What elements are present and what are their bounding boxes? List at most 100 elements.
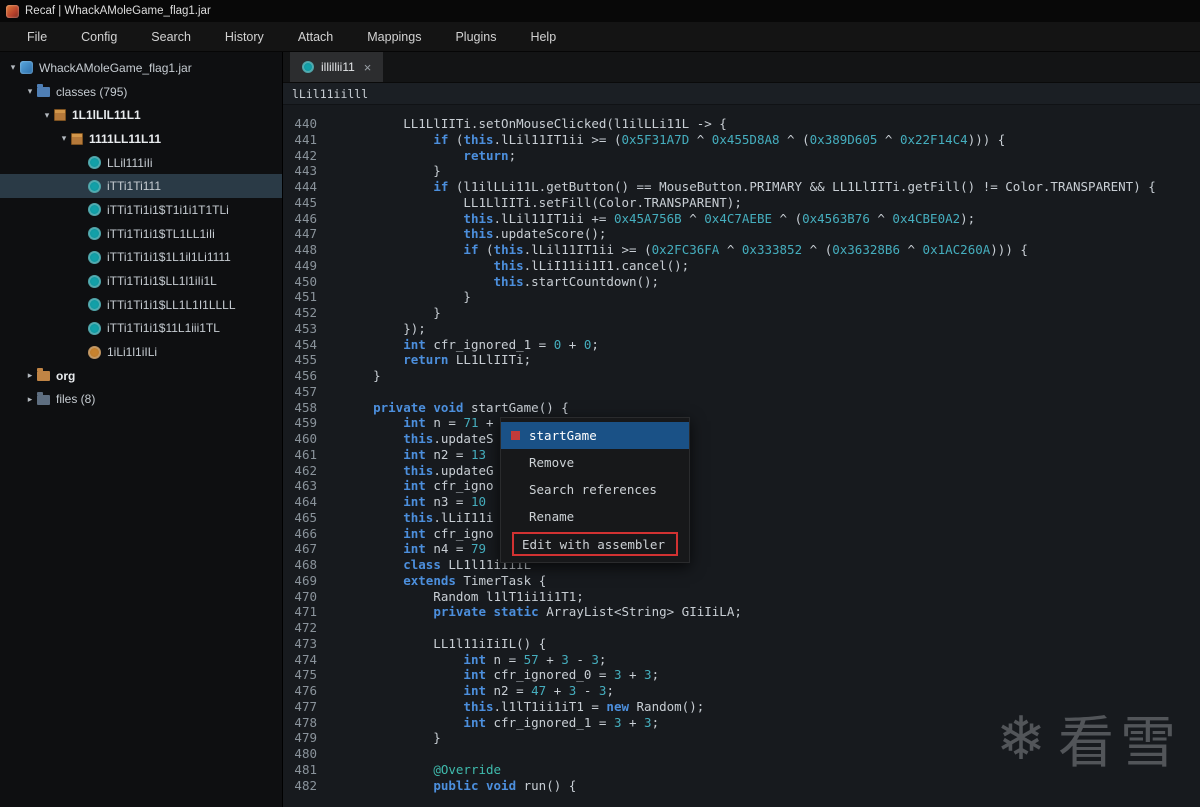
menu-search[interactable]: Search (134, 23, 208, 51)
tree-item-llil111iii[interactable]: LLil111iIi (0, 151, 282, 175)
code-line[interactable]: 453 }); (283, 321, 1200, 337)
code-line[interactable]: 468 class LL1l11iIiIL (283, 557, 1200, 573)
code-line[interactable]: 481 @Override (283, 762, 1200, 778)
code-line[interactable]: 457 (283, 384, 1200, 400)
menu-plugins[interactable]: Plugins (438, 23, 513, 51)
context-menu-item-label: Search references (529, 482, 657, 497)
code-line[interactable]: 469 extends TimerTask { (283, 573, 1200, 589)
chevron-down-icon[interactable]: ▾ (57, 133, 71, 144)
code-line[interactable]: 462 this.updateG (283, 463, 1200, 479)
context-menu-item-label: Edit with assembler (522, 536, 665, 552)
code-line[interactable]: 454 int cfr_ignored_1 = 0 + 0; (283, 337, 1200, 353)
tree-item-whackamolegame-flag1-jar[interactable]: ▾ WhackAMoleGame_flag1.jar (0, 56, 282, 80)
menu-config[interactable]: Config (64, 23, 134, 51)
context-menu-item-search-references[interactable]: Search references (501, 476, 689, 503)
tree-item-itti1ti111[interactable]: iTTi1Ti111 (0, 174, 282, 199)
code-line[interactable]: 451 } (283, 289, 1200, 305)
tree-item-1ili1l1iili[interactable]: 1iLi1l1iILi (0, 340, 282, 364)
code-line[interactable]: 480 (283, 746, 1200, 762)
chevron-right-icon[interactable]: ▸ (23, 370, 37, 381)
chevron-down-icon[interactable]: ▾ (23, 86, 37, 97)
code-line[interactable]: 452 } (283, 305, 1200, 321)
code-line[interactable]: 459 int n = 71 + (283, 415, 1200, 431)
code-line[interactable]: 473 LL1l11iIiIL() { (283, 636, 1200, 652)
tab-close-icon[interactable]: × (362, 61, 372, 74)
chevron-down-icon[interactable]: ▾ (40, 110, 54, 121)
code-editor[interactable]: 440 LL1LlIITi.setOnMouseClicked(l1ilLLi1… (283, 105, 1200, 807)
code-text: this.startCountdown(); (493, 273, 660, 289)
code-text: int cfr_ignored_0 = 3 + 3; (463, 667, 660, 683)
code-line[interactable]: 475 int cfr_ignored_0 = 3 + 3; (283, 667, 1200, 683)
line-number: 440 (294, 116, 317, 131)
menu-help[interactable]: Help (513, 23, 573, 51)
code-text: int n3 = 10 (403, 494, 487, 509)
code-line[interactable]: 466 int cfr_igno (283, 526, 1200, 542)
code-line[interactable]: 443 } (283, 163, 1200, 179)
code-line[interactable]: 448 if (this.lLil11IT1ii >= (0x2FC36FA ^… (283, 242, 1200, 258)
code-line[interactable]: 455 return LL1LlIITi; (283, 352, 1200, 368)
code-line[interactable]: 460 this.updateS (283, 431, 1200, 447)
menu-history[interactable]: History (208, 23, 281, 51)
code-text: private void startGame() { (373, 399, 569, 415)
code-line[interactable]: 461 int n2 = 13 (283, 447, 1200, 463)
tree-item-itti1ti1i1-1l1il1li1111[interactable]: iTTi1Ti1i1$1L1il1Li1111 (0, 246, 282, 270)
code-line[interactable]: 476 int n2 = 47 + 3 - 3; (283, 683, 1200, 699)
tree-item-1l1llll11l1[interactable]: ▾ 1L1lLlL11L1 (0, 103, 282, 127)
code-text: this.updateScore(); (463, 226, 607, 242)
code-line[interactable]: 477 this.l1lT1ii1iT1 = new Random(); (283, 699, 1200, 715)
tree-item-classes-795[interactable]: ▾ classes (795) (0, 80, 282, 104)
code-line[interactable]: 442 return; (283, 148, 1200, 164)
menu-attach[interactable]: Attach (281, 23, 350, 51)
menu-bar: File Config Search History Attach Mappings Plu… (0, 22, 1200, 52)
line-number: 475 (294, 667, 317, 683)
context-menu-item-startgame[interactable]: startGame (501, 422, 689, 449)
menu-mappings[interactable]: Mappings (350, 23, 438, 51)
code-line[interactable]: 478 int cfr_ignored_1 = 3 + 3; (283, 715, 1200, 731)
chevron-down-icon[interactable]: ▾ (6, 62, 20, 73)
tree-item-org[interactable]: ▸ org (0, 364, 282, 388)
tree-item-itti1ti1i1-tl1ll1iii[interactable]: iTTi1Ti1i1$TL1LL1iIi (0, 222, 282, 246)
code-line[interactable]: 441 if (this.lLil11IT1ii >= (0x5F31A7D ^… (283, 132, 1200, 148)
line-number: 449 (294, 257, 317, 273)
code-line[interactable]: 470 Random l1lT1ii1i1T1; (283, 589, 1200, 605)
tree-item-itti1ti1i1-ll1l1i1llll[interactable]: iTTi1Ti1i1$LL1L1I1LLLL (0, 293, 282, 317)
tree-item-itti1ti1i1-t1i1i1t1tli[interactable]: iTTi1Ti1i1$T1i1i1T1TLi (0, 198, 282, 222)
code-line[interactable]: 482 public void run() { (283, 778, 1200, 794)
tree-item-label: 1L1lLlL11L1 (72, 108, 141, 123)
tree-item-itti1ti1i1-ll1l1iii1l[interactable]: iTTi1Ti1i1$LL1l1iIi1L (0, 269, 282, 293)
code-line[interactable]: 479 } (283, 730, 1200, 746)
code-line[interactable]: 464 int n3 = 10 (283, 494, 1200, 510)
code-line[interactable]: 471 private static ArrayList<String> GIi… (283, 604, 1200, 620)
line-number: 457 (294, 383, 317, 399)
context-menu-item-edit-with-assembler[interactable]: Edit with assembler (512, 532, 678, 556)
code-line[interactable]: 440 LL1LlIITi.setOnMouseClicked(l1ilLLi1… (283, 116, 1200, 132)
code-line[interactable]: 465 this.lLiI11i (283, 510, 1200, 526)
breadcrumb[interactable]: lLil11iilll (283, 83, 1200, 105)
code-line[interactable]: 450 this.startCountdown(); (283, 274, 1200, 290)
code-text: LL1l11iIiIL() { (343, 635, 547, 651)
title-bar: Recaf | WhackAMoleGame_flag1.jar (0, 0, 1200, 22)
chevron-right-icon[interactable]: ▸ (23, 394, 37, 405)
code-line[interactable]: 445 LL1LlIITi.setFill(Color.TRANSPARENT)… (283, 195, 1200, 211)
code-line[interactable]: 456 } (283, 368, 1200, 384)
tree-item-itti1ti1i1-11l1iii1tl[interactable]: iTTi1Ti1i1$11L1iii1TL (0, 317, 282, 341)
code-line[interactable]: 444 if (l1ilLLi11L.getButton() == MouseB… (283, 179, 1200, 195)
line-number: 467 (294, 541, 317, 557)
code-line[interactable]: 472 (283, 620, 1200, 636)
tree-item-1111ll11l11[interactable]: ▾ 1111LL11L11 (0, 127, 282, 151)
code-line[interactable]: 463 int cfr_igno (283, 478, 1200, 494)
code-line[interactable]: 446 this.lLil11IT1ii += 0x45A756B ^ 0x4C… (283, 211, 1200, 227)
context-menu-item-rename[interactable]: Rename (501, 503, 689, 530)
code-line[interactable]: 458 private void startGame() { (283, 400, 1200, 416)
menu-file[interactable]: File (10, 23, 64, 51)
class-icon (88, 250, 101, 264)
code-line[interactable]: 467 int n4 = 79 (283, 541, 1200, 557)
class-orange-icon (88, 345, 101, 359)
code-line[interactable]: 447 this.updateScore(); (283, 226, 1200, 242)
code-line[interactable]: 449 this.lLiI11ii1I1.cancel(); (283, 258, 1200, 274)
class-icon (88, 179, 101, 193)
tree-item-files-8[interactable]: ▸ files (8) (0, 388, 282, 412)
editor-tab[interactable]: illillii11 × (290, 52, 384, 82)
code-line[interactable]: 474 int n = 57 + 3 - 3; (283, 652, 1200, 668)
context-menu-item-remove[interactable]: Remove (501, 449, 689, 476)
